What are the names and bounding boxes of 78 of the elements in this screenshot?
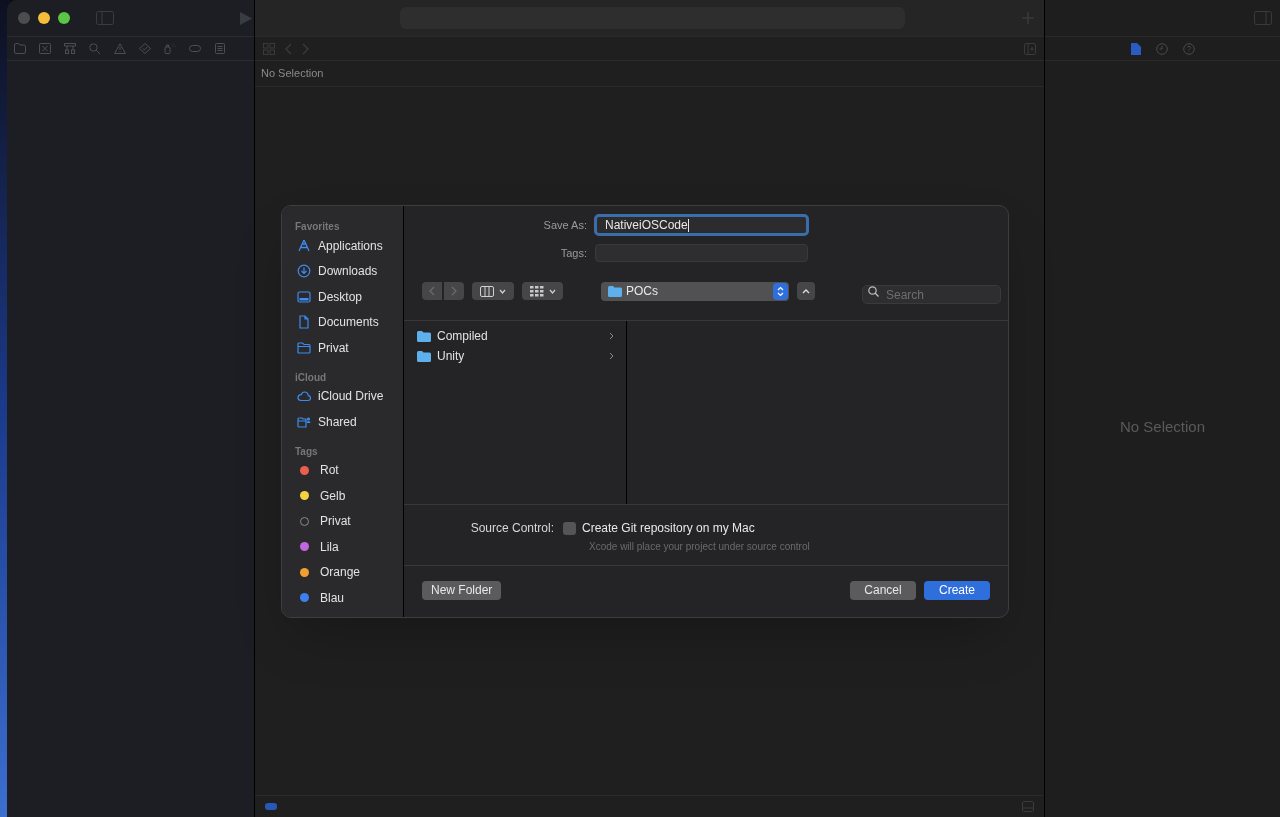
sidebar-item[interactable]: Orange — [295, 559, 403, 585]
sidebar-item[interactable]: iCloud Drive — [295, 383, 403, 409]
sidebar-item[interactable]: Lila — [295, 534, 403, 560]
checkbox[interactable] — [563, 521, 576, 535]
sidebar-toggle-icon[interactable] — [96, 11, 114, 25]
grid-icon[interactable] — [263, 42, 275, 55]
chevron-left-icon — [429, 286, 435, 296]
clock-icon[interactable] — [1156, 42, 1168, 55]
spray-icon[interactable] — [164, 43, 176, 54]
sidebar-item[interactable]: Rot — [295, 457, 403, 483]
tag-icon[interactable] — [189, 43, 201, 54]
stepper-icon — [773, 282, 788, 300]
folder-icon — [297, 340, 311, 355]
search-icon — [868, 285, 879, 297]
source-control-label: Source Control: — [469, 520, 555, 537]
zoom-button[interactable] — [58, 12, 70, 24]
downloads-icon — [297, 264, 311, 279]
apps-icon — [297, 238, 311, 253]
save-as-label: Save As: — [542, 217, 588, 233]
jump-bar-text: No Selection — [261, 66, 324, 82]
group-button[interactable] — [522, 282, 563, 300]
sidebar-item[interactable]: Applications — [295, 233, 403, 259]
caret-up-icon — [802, 288, 810, 294]
folder-row[interactable]: Compiled — [417, 326, 614, 346]
empty-state-text: No Selection — [1119, 416, 1206, 437]
diamond-check-icon[interactable] — [139, 43, 151, 54]
cloud-icon — [297, 389, 311, 404]
report-icon[interactable] — [214, 43, 226, 54]
panel-toggle-icon[interactable] — [1022, 801, 1034, 812]
help-icon[interactable] — [1183, 42, 1195, 55]
inspector-toggle-icon[interactable] — [1254, 11, 1272, 25]
folder-icon — [608, 285, 622, 297]
section-heading: Favorites — [295, 220, 341, 233]
section-heading: iCloud — [295, 370, 328, 384]
sidebar-item[interactable]: Documents — [295, 309, 403, 335]
filter-indicator[interactable] — [265, 803, 277, 810]
dialog-button[interactable]: Cancel — [850, 580, 916, 600]
collapse-button[interactable] — [797, 282, 815, 300]
warning-icon[interactable] — [114, 43, 126, 54]
sidebar-item[interactable]: Gelb — [295, 483, 403, 509]
sidebar-item[interactable]: Blau — [295, 585, 403, 611]
location-popup[interactable]: POCs — [601, 281, 789, 301]
hint-text: Xcode will place your project under source control — [589, 540, 811, 554]
checkbox-label[interactable]: Create Git repository on my Mac — [582, 519, 755, 537]
save-as-field[interactable]: NativeiOSCode — [594, 214, 809, 236]
add-editor-icon[interactable] — [1024, 42, 1036, 55]
folder-icon — [417, 350, 431, 362]
search-field[interactable]: Search — [862, 285, 1001, 304]
chevron-icon — [609, 332, 614, 340]
chevron-icon — [609, 352, 614, 360]
forward-icon[interactable] — [302, 42, 309, 55]
folder-row[interactable]: Unity — [417, 346, 614, 366]
run-icon[interactable] — [240, 11, 252, 25]
x-square-icon[interactable] — [39, 43, 51, 54]
hierarchy-icon[interactable] — [64, 43, 76, 54]
sidebar-item[interactable]: Downloads — [295, 258, 403, 284]
file-icon[interactable] — [1131, 42, 1141, 55]
section-heading: Tags — [295, 444, 319, 458]
sidebar-item[interactable]: Desktop — [295, 284, 403, 310]
minimize-button[interactable] — [38, 12, 50, 24]
close-button[interactable] — [18, 12, 30, 24]
search-icon[interactable] — [89, 43, 101, 54]
folder-icon[interactable] — [14, 43, 26, 54]
sidebar-item[interactable]: Shared — [295, 409, 403, 435]
grid-icon — [529, 285, 544, 297]
chevron-right-icon — [451, 286, 457, 296]
back-icon[interactable] — [285, 42, 292, 55]
sidebar-item[interactable]: Privat — [295, 508, 403, 534]
desktop-icon — [297, 289, 311, 304]
document-icon — [297, 315, 311, 330]
view-mode-button[interactable] — [472, 282, 514, 300]
dialog-button[interactable]: New Folder — [422, 580, 502, 600]
folder-icon — [417, 330, 431, 342]
primary-button[interactable]: Create — [924, 580, 990, 600]
sidebar-item[interactable]: Privat — [295, 335, 403, 361]
columns-icon — [480, 285, 494, 297]
shared-icon — [297, 414, 311, 429]
tags-label: Tags: — [559, 245, 588, 261]
